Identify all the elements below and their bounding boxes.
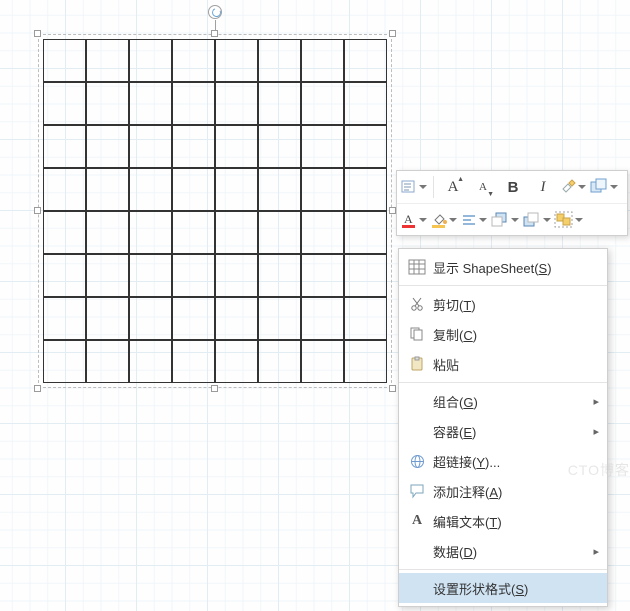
menu-separator (399, 285, 607, 286)
menu-label: 粘贴 (429, 355, 599, 374)
resize-handle-bl[interactable] (34, 385, 41, 392)
menu-paste[interactable]: 粘贴 (399, 349, 607, 379)
italic-button[interactable]: I (530, 174, 556, 200)
drawing-canvas[interactable]: A▲ A▼ B I A (0, 0, 630, 611)
copy-icon (405, 327, 429, 341)
context-menu: 显示 ShapeSheet(S) 剪切(T) 复制(C) 粘贴 组合(G) 容器… (398, 248, 608, 607)
resize-handle-tm[interactable] (211, 30, 218, 37)
comment-icon (405, 484, 429, 498)
align-button[interactable] (461, 207, 487, 233)
paste-icon (405, 357, 429, 371)
menu-cut[interactable]: 剪切(T) (399, 289, 607, 319)
menu-container[interactable]: 容器(E) (399, 416, 607, 446)
send-back-button[interactable] (523, 207, 551, 233)
menu-separator (399, 382, 607, 383)
menu-data[interactable]: 数据(D) (399, 536, 607, 566)
menu-label: 显示 ShapeSheet(S) (429, 258, 599, 277)
menu-label: 组合(G) (429, 392, 599, 411)
menu-separator (399, 569, 607, 570)
resize-handle-mr[interactable] (389, 207, 396, 214)
resize-handle-bm[interactable] (211, 385, 218, 392)
menu-label: 容器(E) (429, 422, 599, 441)
hyperlink-icon (405, 454, 429, 469)
text-style-button[interactable] (401, 174, 427, 200)
mini-toolbar: A▲ A▼ B I A (396, 170, 628, 236)
resize-handle-br[interactable] (389, 385, 396, 392)
svg-text:A: A (404, 212, 413, 226)
bring-front-button[interactable] (491, 207, 519, 233)
format-painter-button[interactable] (560, 174, 586, 200)
menu-label: 超链接(Y)... (429, 452, 599, 471)
menu-edit-text[interactable]: A 编辑文本(T) (399, 506, 607, 536)
group-button[interactable] (555, 207, 583, 233)
resize-handle-ml[interactable] (34, 207, 41, 214)
font-grow-button[interactable]: A▲ (440, 174, 466, 200)
menu-label: 数据(D) (429, 542, 599, 561)
menu-label: 设置形状格式(S) (429, 579, 599, 598)
menu-label: 复制(C) (429, 325, 599, 344)
menu-group[interactable]: 组合(G) (399, 386, 607, 416)
cut-icon (405, 297, 429, 311)
fill-color-button[interactable] (431, 207, 457, 233)
menu-hyperlink[interactable]: 超链接(Y)... (399, 446, 607, 476)
grid-shape[interactable] (43, 39, 387, 383)
menu-label: 编辑文本(T) (429, 512, 599, 531)
edit-text-icon: A (405, 513, 429, 529)
resize-handle-tl[interactable] (34, 30, 41, 37)
resize-handle-tr[interactable] (389, 30, 396, 37)
menu-format-shape[interactable]: 设置形状格式(S) (399, 573, 607, 603)
selected-shape[interactable] (39, 35, 391, 387)
shape-styles-button[interactable] (590, 174, 618, 200)
font-shrink-button[interactable]: A▼ (470, 174, 496, 200)
bold-button[interactable]: B (500, 174, 526, 200)
menu-label: 添加注释(A) (429, 482, 599, 501)
menu-copy[interactable]: 复制(C) (399, 319, 607, 349)
menu-label: 剪切(T) (429, 295, 599, 314)
menu-add-comment[interactable]: 添加注释(A) (399, 476, 607, 506)
shapesheet-icon (405, 260, 429, 274)
font-color-button[interactable]: A (401, 207, 427, 233)
rotate-handle[interactable] (208, 5, 222, 19)
menu-show-shapesheet[interactable]: 显示 ShapeSheet(S) (399, 252, 607, 282)
